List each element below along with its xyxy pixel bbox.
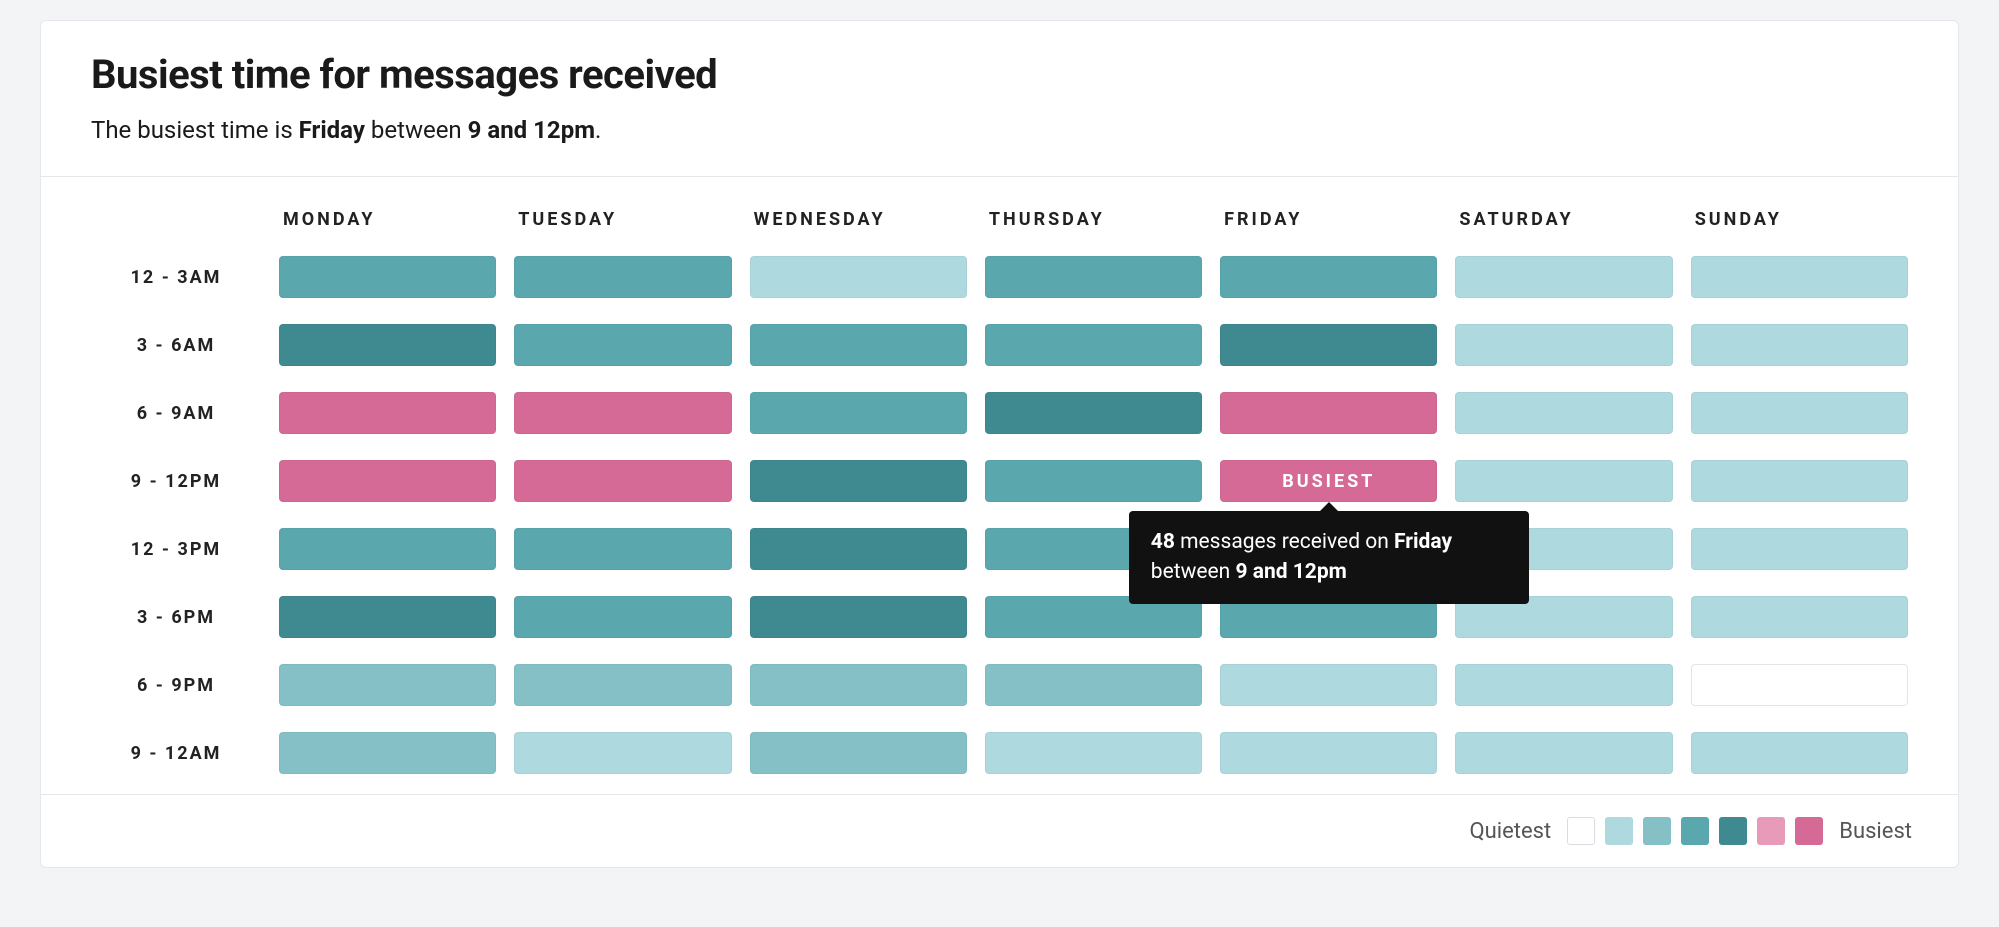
heatmap-cell[interactable] [1455, 664, 1672, 706]
heatmap-cell[interactable] [279, 324, 496, 366]
heatmap-cell[interactable] [1691, 732, 1908, 774]
heatmap-cell[interactable] [279, 664, 496, 706]
tooltip-text: messages received on [1175, 530, 1394, 554]
legend-swatch [1795, 817, 1823, 845]
heatmap-cell[interactable] [985, 324, 1202, 366]
subtitle-suffix: . [595, 116, 601, 144]
legend: Quietest Busiest [41, 794, 1958, 867]
subtitle-range: 9 and 12pm [468, 116, 595, 144]
col-header: THURSDAY [985, 209, 1202, 230]
heatmap-cell[interactable] [750, 256, 967, 298]
heatmap-cell[interactable] [750, 392, 967, 434]
heatmap-cell[interactable] [985, 392, 1202, 434]
legend-busiest-label: Busiest [1839, 819, 1912, 844]
busiest-time-card: Busiest time for messages received The b… [40, 20, 1959, 868]
legend-swatch [1681, 817, 1709, 845]
subtitle-mid: between [365, 116, 468, 144]
heatmap-cell[interactable] [279, 392, 496, 434]
heatmap-cell[interactable] [279, 256, 496, 298]
heatmap-cell[interactable] [1220, 664, 1437, 706]
col-header: MONDAY [279, 209, 496, 230]
legend-swatch [1757, 817, 1785, 845]
col-header: SATURDAY [1455, 209, 1672, 230]
subtitle-day: Friday [299, 116, 365, 144]
row-label: 3 - 6AM [91, 335, 261, 356]
card-subtitle: The busiest time is Friday between 9 and… [91, 116, 1908, 144]
heatmap-cell[interactable] [1691, 324, 1908, 366]
heatmap-cell[interactable] [1691, 256, 1908, 298]
heatmap-cell[interactable] [279, 596, 496, 638]
col-header: TUESDAY [514, 209, 731, 230]
heatmap-cell[interactable] [514, 256, 731, 298]
subtitle-prefix: The busiest time is [91, 116, 299, 144]
heatmap-grid: MONDAY TUESDAY WEDNESDAY THURSDAY FRIDAY… [91, 209, 1908, 774]
heatmap-cell[interactable] [1220, 256, 1437, 298]
row-label: 3 - 6PM [91, 607, 261, 628]
heatmap-cell[interactable] [1220, 324, 1437, 366]
heatmap-cell[interactable] [514, 596, 731, 638]
tooltip-range: 9 and 12pm [1235, 560, 1346, 584]
heatmap-cell[interactable] [279, 460, 496, 502]
row-label: 9 - 12PM [91, 471, 261, 492]
row-label: 6 - 9PM [91, 675, 261, 696]
heatmap-cell[interactable] [750, 732, 967, 774]
heatmap-cell[interactable] [514, 528, 731, 570]
heatmap-cell[interactable] [514, 324, 731, 366]
row-label: 12 - 3AM [91, 267, 261, 288]
heatmap-cell[interactable] [985, 460, 1202, 502]
heatmap-cell[interactable] [750, 528, 967, 570]
col-header: SUNDAY [1691, 209, 1908, 230]
tooltip-day: Friday [1394, 530, 1452, 554]
legend-swatch [1719, 817, 1747, 845]
heatmap-cell[interactable] [1691, 392, 1908, 434]
heatmap-tooltip: 48 messages received on Friday between 9… [1129, 511, 1529, 604]
tooltip-count: 48 [1151, 530, 1175, 554]
heatmap-cell[interactable] [985, 664, 1202, 706]
heatmap-cell[interactable] [279, 528, 496, 570]
row-label: 9 - 12AM [91, 743, 261, 764]
heatmap-cell[interactable] [1220, 732, 1437, 774]
heatmap-cell[interactable] [1455, 460, 1672, 502]
heatmap-cell[interactable] [279, 732, 496, 774]
heatmap-cell[interactable] [750, 664, 967, 706]
heatmap-cell[interactable] [1691, 664, 1908, 706]
heatmap-cell[interactable] [750, 324, 967, 366]
heatmap-cell[interactable] [514, 732, 731, 774]
heatmap-cell[interactable] [1455, 324, 1672, 366]
heatmap-cell[interactable] [514, 460, 731, 502]
row-label: 6 - 9AM [91, 403, 261, 424]
row-label: 12 - 3PM [91, 539, 261, 560]
legend-quietest-label: Quietest [1470, 819, 1552, 844]
heatmap-cell[interactable] [514, 392, 731, 434]
heatmap-cell[interactable] [1220, 392, 1437, 434]
col-header: FRIDAY [1220, 209, 1437, 230]
heatmap-cell[interactable] [1691, 528, 1908, 570]
heatmap-cell[interactable] [1691, 460, 1908, 502]
heatmap-cell[interactable] [1455, 392, 1672, 434]
heatmap-cell[interactable] [985, 256, 1202, 298]
tooltip-text: between [1151, 560, 1236, 584]
heatmap-cell[interactable] [1455, 732, 1672, 774]
heatmap-cell[interactable] [750, 596, 967, 638]
heatmap-cell[interactable] [750, 460, 967, 502]
busiest-label: BUSIEST [1282, 471, 1375, 492]
legend-swatch [1605, 817, 1633, 845]
card-body: MONDAY TUESDAY WEDNESDAY THURSDAY FRIDAY… [41, 177, 1958, 794]
legend-swatch [1643, 817, 1671, 845]
card-title: Busiest time for messages received [91, 51, 1908, 98]
heatmap-cell[interactable] [985, 732, 1202, 774]
heatmap-cell[interactable] [1691, 596, 1908, 638]
heatmap-cell[interactable] [514, 664, 731, 706]
heatmap-cell-busiest[interactable]: BUSIEST 48 messages received on Friday b… [1220, 460, 1437, 502]
card-header: Busiest time for messages received The b… [41, 21, 1958, 177]
col-header: WEDNESDAY [750, 209, 967, 230]
legend-swatch [1567, 817, 1595, 845]
heatmap-cell[interactable] [1455, 256, 1672, 298]
